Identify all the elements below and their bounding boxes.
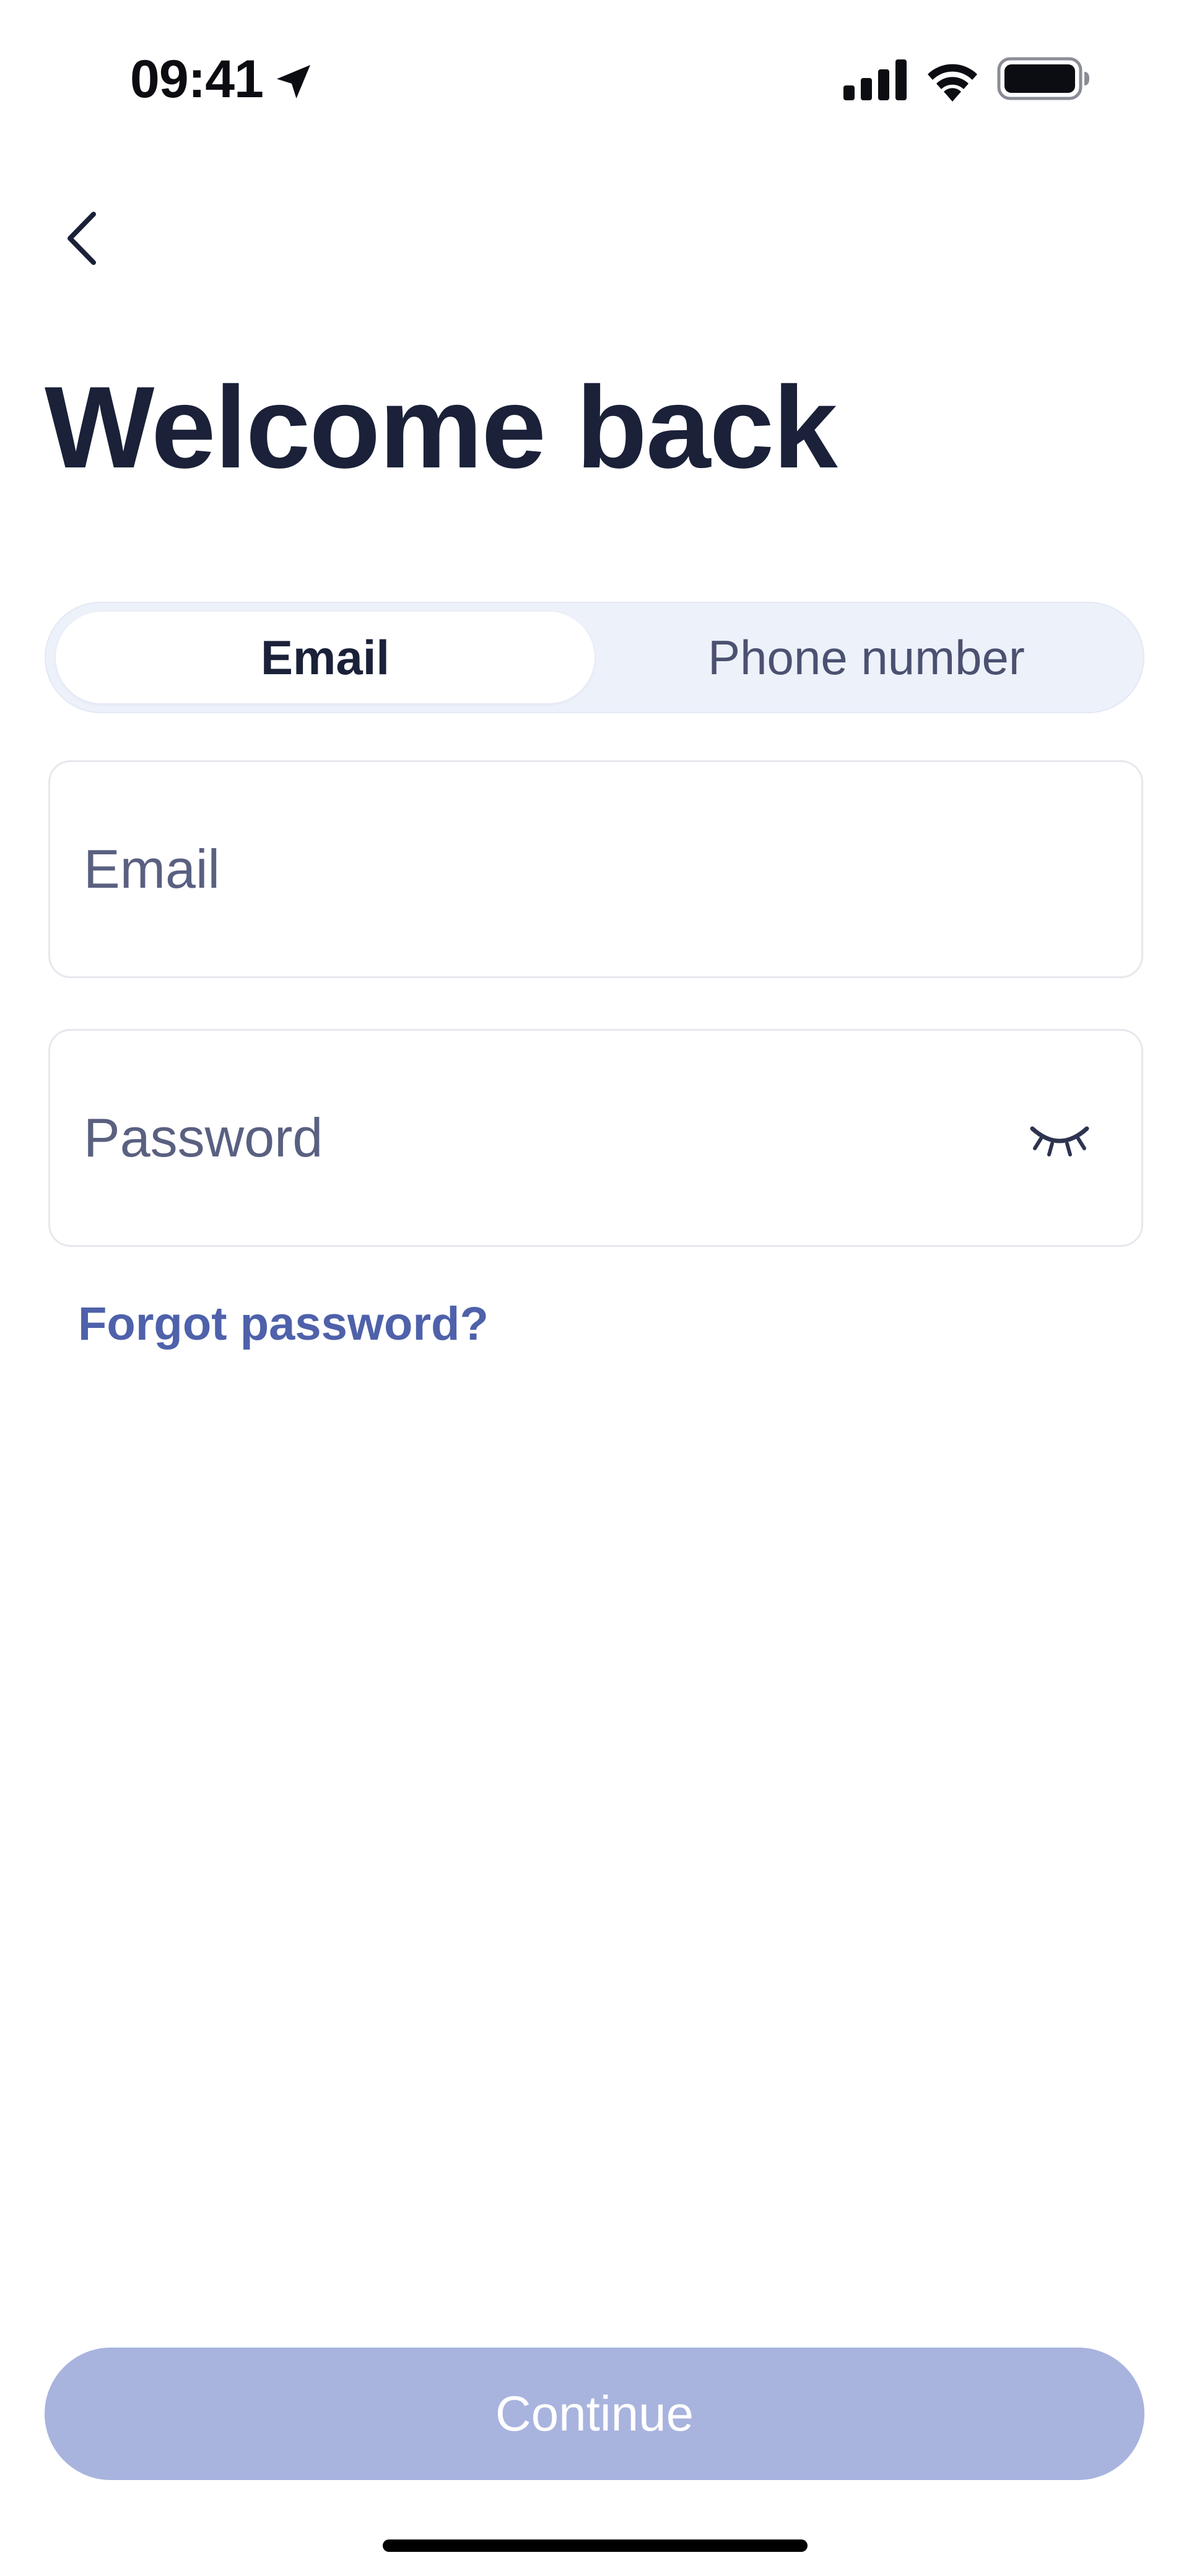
password-input[interactable] [84,1031,1013,1245]
location-arrow-icon [277,65,310,98]
login-method-tabs: Email Phone number [45,602,1144,713]
cellular-signal-icon [843,59,907,100]
wifi-icon [928,64,977,102]
home-indicator [383,2539,808,2552]
status-time: 09:41 [130,50,264,109]
continue-button[interactable]: Continue [45,2348,1144,2480]
chevron-left-icon [68,212,96,265]
forgot-password-link[interactable]: Forgot password? [78,1297,489,1351]
back-button[interactable] [48,204,116,272]
password-field [48,1029,1143,1247]
eye-closed-icon[interactable] [1027,1115,1092,1164]
status-bar: 09:41 [0,0,1189,149]
email-field [48,760,1143,978]
tab-phone-number[interactable]: Phone number [597,612,1136,703]
email-input[interactable] [84,762,1013,976]
page-title: Welcome back [45,362,838,492]
tab-email[interactable]: Email [56,612,594,703]
battery-icon [997,57,1089,100]
